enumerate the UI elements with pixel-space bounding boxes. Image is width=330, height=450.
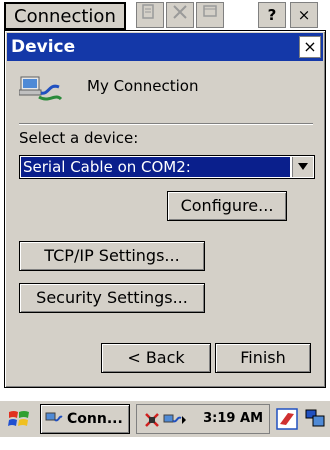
taskbar-item-label: Conn... xyxy=(67,411,123,427)
dialog-title: Device xyxy=(11,37,76,57)
windows-flag-icon xyxy=(8,411,29,426)
finish-button[interactable]: Finish xyxy=(215,343,311,373)
connection-icon xyxy=(45,412,63,422)
device-dialog: Device × My Connection Select a device: … xyxy=(4,30,326,388)
divider xyxy=(19,123,313,125)
clock[interactable]: 3:19 AM xyxy=(203,405,263,433)
input-panel-icon[interactable] xyxy=(276,408,298,430)
help-button[interactable]: ? xyxy=(258,2,286,28)
taskbar: Conn... 3:19 AM xyxy=(0,400,330,437)
chevron-down-icon xyxy=(298,163,308,170)
start-button[interactable] xyxy=(4,404,34,434)
device-dropdown[interactable]: Serial Cable on COM2: xyxy=(19,155,315,179)
dialog-titlebar: Device × xyxy=(7,33,323,61)
configure-button[interactable]: Configure... xyxy=(167,191,287,221)
connection-icon xyxy=(19,76,63,101)
dropdown-arrow-button[interactable] xyxy=(292,157,313,177)
parent-window-title[interactable]: Connection xyxy=(4,2,126,30)
taskbar-item-connection[interactable]: Conn... xyxy=(40,404,130,434)
view-icon xyxy=(196,2,224,28)
device-dropdown-value[interactable]: Serial Cable on COM2: xyxy=(21,157,290,177)
back-button[interactable]: < Back xyxy=(101,343,211,373)
properties-icon xyxy=(142,4,154,19)
select-device-label: Select a device: xyxy=(19,129,139,147)
security-settings-button[interactable]: Security Settings... xyxy=(19,283,205,313)
connection-name: My Connection xyxy=(87,77,199,95)
tcpip-settings-button[interactable]: TCP/IP Settings... xyxy=(19,241,205,271)
network-disconnected-icon[interactable] xyxy=(143,411,161,429)
system-tray: 3:19 AM xyxy=(136,404,270,434)
parent-window-bar: Connection ? × xyxy=(0,0,330,30)
delete-icon xyxy=(166,2,194,28)
desktop-icon[interactable] xyxy=(304,408,326,430)
toolbar-disabled-icon-1 xyxy=(136,2,164,28)
dialog-close-button[interactable]: × xyxy=(299,36,321,58)
connection-status-icon[interactable] xyxy=(163,411,187,429)
parent-close-button[interactable]: × xyxy=(290,2,318,28)
